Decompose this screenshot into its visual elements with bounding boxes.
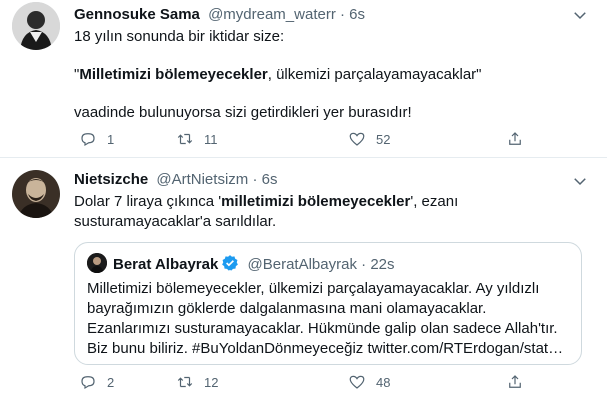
tweet-text-line: "Milletimizi bölemeyecekler, ülkemizi pa… (74, 65, 587, 85)
bold-phrase: milletimizi bölemeyecekler (221, 193, 411, 210)
like-count: 52 (376, 131, 391, 147)
reply-count: 2 (107, 374, 115, 390)
reply-icon (81, 376, 95, 390)
separator: · (340, 6, 345, 23)
quoted-author-handle[interactable]: @BeratAlbayrak (248, 256, 357, 273)
author-handle[interactable]: @mydream_waterr (208, 6, 336, 23)
author-name[interactable]: Nietsizche (74, 171, 148, 188)
quote-rest: , ülkemizi parçalayamayacaklar" (267, 66, 482, 83)
share-button[interactable] (506, 373, 524, 391)
action-bar: 1 11 52 (74, 130, 574, 150)
retweet-count: 11 (204, 131, 218, 147)
tweet-header: Gennosuke Sama @mydream_waterr · 6s (74, 6, 365, 23)
tweet-text: Dolar 7 liraya çıkınca 'milletimizi böle… (74, 192, 587, 232)
like-button[interactable]: 48 (348, 373, 390, 391)
avatar[interactable] (87, 253, 107, 273)
tweet-gennosuke[interactable]: Gennosuke Sama @mydream_waterr · 6s 18 y… (0, 0, 607, 158)
retweet-icon (177, 133, 193, 145)
reply-button[interactable]: 2 (79, 373, 114, 391)
bold-phrase: Milletimizi bölemeyecekler (79, 66, 268, 83)
reply-icon (81, 133, 95, 147)
retweet-count: 12 (204, 374, 219, 390)
author-name[interactable]: Gennosuke Sama (74, 6, 200, 23)
timestamp[interactable]: 6s (262, 171, 278, 188)
avatar[interactable] (12, 2, 60, 50)
heart-icon (349, 132, 365, 146)
share-icon (509, 375, 521, 388)
like-button[interactable]: 52 (348, 130, 390, 148)
action-bar: 2 12 48 (74, 373, 574, 393)
share-button[interactable] (506, 130, 524, 148)
reply-button[interactable]: 1 (79, 130, 114, 148)
separator: · (252, 171, 258, 188)
quoted-tweet[interactable]: Berat Albayrak @BeratAlbayrak · 22s Mill… (74, 242, 582, 365)
tweet-text-line: 18 yılın sonunda bir iktidar size: (74, 28, 285, 45)
quoted-header: Berat Albayrak @BeratAlbayrak · 22s (113, 254, 395, 273)
verified-badge-icon (221, 254, 239, 272)
chevron-down-icon[interactable] (571, 6, 589, 24)
avatar[interactable] (12, 170, 60, 218)
chevron-down-icon[interactable] (571, 172, 589, 190)
tweet-nietsizche[interactable]: Nietsizche @ArtNietsizm · 6s Dolar 7 lir… (0, 158, 607, 408)
reply-count: 1 (107, 131, 115, 147)
timestamp[interactable]: 6s (349, 6, 365, 23)
separator: · (361, 256, 367, 273)
retweet-button[interactable]: 12 (176, 373, 218, 391)
like-count: 48 (376, 374, 391, 390)
heart-icon (349, 375, 365, 389)
retweet-button[interactable]: 11 (176, 130, 218, 148)
quoted-text: Milletimizi bölemeyecekler, ülkemizi par… (87, 280, 564, 357)
tweet-text-line: vaadinde bulunuyorsa sizi getirdikleri y… (74, 104, 412, 121)
text-pre: Dolar 7 liraya çıkınca ' (74, 193, 222, 210)
retweet-icon (177, 376, 193, 388)
quoted-author-name[interactable]: Berat Albayrak (113, 256, 218, 273)
quoted-timestamp[interactable]: 22s (370, 256, 394, 273)
author-handle[interactable]: @ArtNietsizm (156, 171, 248, 188)
tweet-header: Nietsizche @ArtNietsizm · 6s (74, 171, 277, 188)
share-icon (509, 132, 521, 145)
